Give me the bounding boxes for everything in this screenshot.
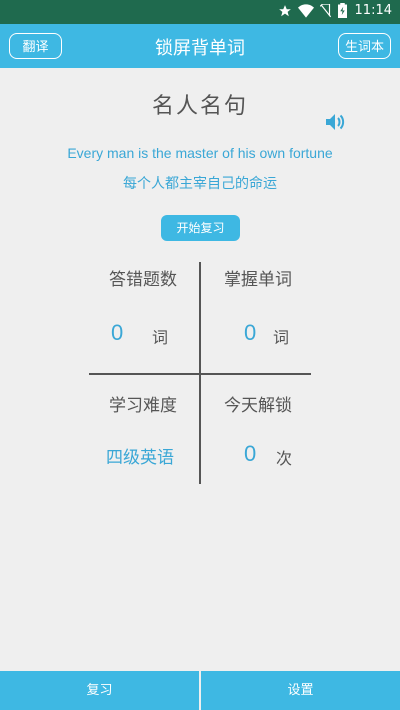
status-time: 11:14 (354, 3, 392, 18)
start-review-button[interactable]: 开始复习 (161, 215, 240, 241)
main-content: 名人名句 Every man is the master of his own … (0, 68, 400, 671)
bottom-tab-bar: 复习 设置 (0, 671, 400, 710)
star-icon (278, 4, 292, 18)
unlock-count-label: 今天解锁 (224, 396, 292, 416)
app-bar: 翻译 锁屏背单词 生词本 (0, 24, 400, 68)
status-bar: 11:14 (0, 0, 400, 24)
unlock-count-value: 0 (244, 441, 257, 466)
mastered-words-label: 掌握单词 (224, 270, 292, 290)
difficulty-label: 学习难度 (109, 396, 177, 416)
wrong-count-label: 答错题数 (109, 270, 177, 290)
wrong-count-unit: 词 (152, 328, 169, 347)
wrong-count-value: 0 (111, 320, 124, 345)
grid-divider-horizontal (89, 373, 311, 375)
wifi-icon (297, 3, 314, 18)
tab-review[interactable]: 复习 (0, 671, 199, 710)
tab-settings[interactable]: 设置 (201, 671, 400, 710)
unlock-count-unit: 次 (276, 449, 293, 468)
no-sim-icon (319, 3, 332, 18)
quote-english: Every man is the master of his own fortu… (67, 145, 333, 161)
battery-icon (337, 3, 347, 18)
mastered-words-value: 0 (244, 320, 257, 345)
difficulty-value[interactable]: 四级英语 (106, 443, 174, 468)
speaker-icon[interactable] (324, 112, 346, 132)
quote-chinese: 每个人都主宰自己的命运 (123, 176, 277, 192)
mastered-words-unit: 词 (273, 328, 290, 347)
wordbook-button[interactable]: 生词本 (338, 33, 391, 59)
